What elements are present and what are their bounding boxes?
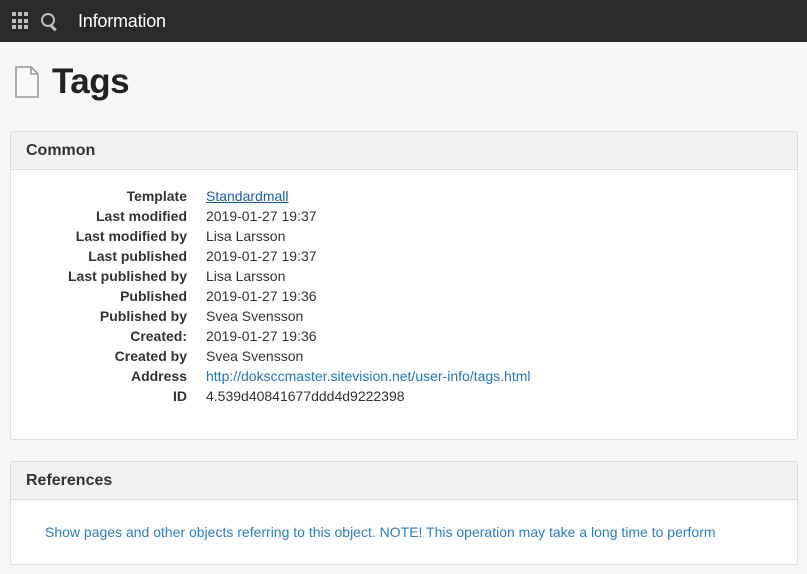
- property-value: Svea Svensson: [206, 348, 304, 364]
- property-label: Created by: [114, 348, 187, 364]
- property-label: Published by: [99, 308, 187, 324]
- common-panel: Common Template Standardmall Last modifi…: [10, 131, 798, 440]
- show-references-link[interactable]: Show pages and other objects referring t…: [11, 500, 797, 540]
- references-panel-header: References: [11, 462, 797, 500]
- topbar-title: Information: [78, 10, 166, 31]
- property-value: 2019-01-27 19:37: [206, 248, 317, 264]
- page-heading: Tags: [0, 42, 807, 104]
- property-label: ID: [173, 388, 187, 404]
- property-value: 2019-01-27 19:37: [206, 208, 317, 224]
- properties-list: Template Standardmall Last modified 2019…: [11, 170, 797, 406]
- property-row-created: Created: 2019-01-27 19:36: [11, 326, 797, 346]
- property-row-template: Template Standardmall: [11, 186, 797, 206]
- property-label: Last modified: [95, 208, 187, 224]
- search-icon[interactable]: [40, 12, 58, 32]
- property-label: Published: [120, 288, 187, 304]
- property-value: 4.539d40841677ddd4d9222398: [206, 388, 405, 404]
- property-value: Lisa Larsson: [206, 228, 286, 244]
- property-row-last-published-by: Last published by Lisa Larsson: [11, 266, 797, 286]
- references-panel: References Show pages and other objects …: [10, 461, 798, 565]
- property-label: Address: [130, 368, 187, 384]
- property-label: Created:: [130, 328, 187, 344]
- property-row-published-by: Published by Svea Svensson: [11, 306, 797, 326]
- property-row-address: Address http://doksccmaster.sitevision.n…: [11, 366, 797, 386]
- property-row-published: Published 2019-01-27 19:36: [11, 286, 797, 306]
- property-value: 2019-01-27 19:36: [206, 288, 317, 304]
- top-bar: Information: [0, 0, 807, 42]
- property-label: Last published: [88, 248, 187, 264]
- document-icon: [15, 66, 39, 98]
- property-value: Svea Svensson: [206, 308, 304, 324]
- property-row-id: ID 4.539d40841677ddd4d9222398: [11, 386, 797, 406]
- property-row-last-modified: Last modified 2019-01-27 19:37: [11, 206, 797, 226]
- property-row-last-modified-by: Last modified by Lisa Larsson: [11, 226, 797, 246]
- property-row-last-published: Last published 2019-01-27 19:37: [11, 246, 797, 266]
- property-value: 2019-01-27 19:36: [206, 328, 317, 344]
- property-value: Lisa Larsson: [206, 268, 286, 284]
- property-label: Last published by: [67, 268, 187, 284]
- address-link[interactable]: http://doksccmaster.sitevision.net/user-…: [206, 368, 530, 384]
- property-label: Template: [126, 188, 187, 204]
- template-link[interactable]: Standardmall: [206, 188, 289, 204]
- apps-grid-icon[interactable]: [12, 12, 30, 30]
- property-row-created-by: Created by Svea Svensson: [11, 346, 797, 366]
- common-panel-header: Common: [11, 132, 797, 170]
- property-label: Last modified by: [75, 228, 187, 244]
- page-title: Tags: [52, 62, 130, 101]
